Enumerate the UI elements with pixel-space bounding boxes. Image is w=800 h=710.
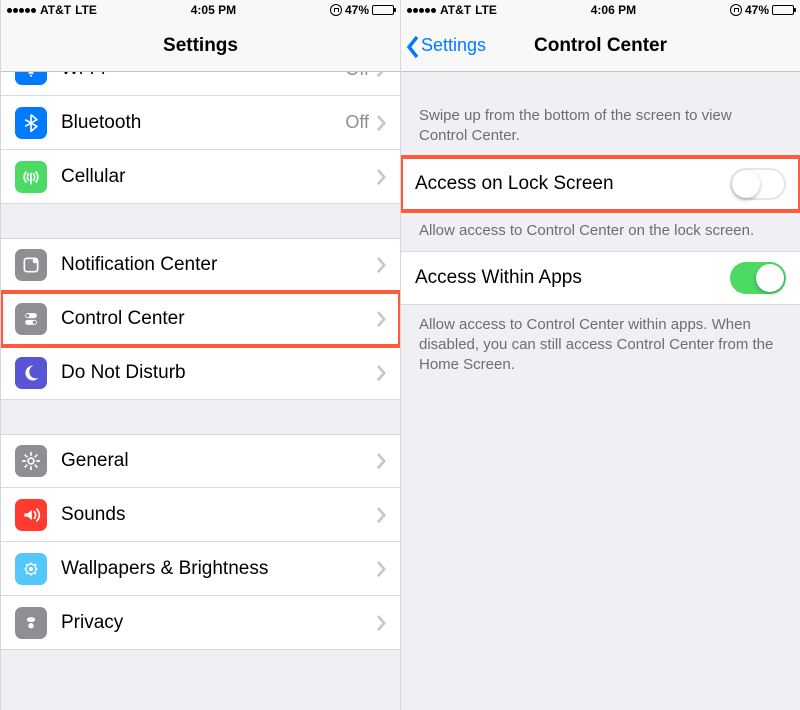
row-sounds[interactable]: Sounds	[1, 488, 400, 542]
control-center-icon	[15, 303, 47, 335]
chevron-right-icon	[377, 507, 386, 523]
row-label: General	[61, 450, 377, 472]
row-label: Privacy	[61, 612, 377, 634]
status-left: AT&T LTE	[7, 3, 97, 17]
battery-percent: 47%	[745, 3, 769, 17]
bluetooth-icon	[15, 107, 47, 139]
nav-title: Control Center	[401, 35, 800, 57]
wifi-icon	[15, 72, 47, 85]
status-right: 47%	[730, 3, 794, 17]
status-time: 4:06 PM	[497, 3, 730, 17]
row-general[interactable]: General	[1, 434, 400, 488]
nav-bar: Settings Control Center	[401, 20, 800, 72]
privacy-icon	[15, 607, 47, 639]
row-cellular[interactable]: Cellular	[1, 150, 400, 204]
status-bar: AT&T LTE 4:06 PM 47%	[401, 0, 800, 20]
chevron-right-icon	[377, 453, 386, 469]
gear-icon	[15, 445, 47, 477]
chevron-right-icon	[377, 257, 386, 273]
row-access-lock-screen[interactable]: Access on Lock Screen	[401, 157, 800, 211]
row-label: Bluetooth	[61, 112, 345, 134]
toggle-access-lock-screen[interactable]	[730, 168, 786, 200]
chevron-right-icon	[377, 615, 386, 631]
section-hint: Swipe up from the bottom of the screen t…	[401, 72, 800, 157]
chevron-right-icon	[377, 561, 386, 577]
row-label: Notification Center	[61, 254, 377, 276]
row-label: Wallpapers & Brightness	[61, 558, 377, 580]
control-center-pane: AT&T LTE 4:06 PM 47% Settings Control Ce…	[400, 0, 800, 710]
row-label: Control Center	[61, 308, 377, 330]
nav-bar: Settings	[1, 20, 400, 72]
toggle-access-within-apps[interactable]	[730, 262, 786, 294]
wallpaper-icon	[15, 553, 47, 585]
row-wallpapers-brightness[interactable]: Wallpapers & Brightness	[1, 542, 400, 596]
section-description: Allow access to Control Center on the lo…	[401, 211, 800, 251]
sounds-icon	[15, 499, 47, 531]
row-label: Access on Lock Screen	[415, 173, 730, 195]
status-time: 4:05 PM	[97, 3, 330, 17]
battery-percent: 47%	[345, 3, 369, 17]
row-do-not-disturb[interactable]: Do Not Disturb	[1, 346, 400, 400]
signal-icon	[407, 8, 436, 13]
control-center-content[interactable]: Swipe up from the bottom of the screen t…	[401, 72, 800, 710]
row-label: Sounds	[61, 504, 377, 526]
row-access-within-apps[interactable]: Access Within Apps	[401, 251, 800, 305]
nav-title: Settings	[1, 35, 400, 57]
status-right: 47%	[330, 3, 394, 17]
chevron-right-icon	[377, 311, 386, 327]
settings-list[interactable]: Wi-Fi Off Bluetooth Off Cellular	[1, 72, 400, 710]
row-bluetooth[interactable]: Bluetooth Off	[1, 96, 400, 150]
section-description: Allow access to Control Center within ap…	[401, 305, 800, 386]
row-label: Do Not Disturb	[61, 362, 377, 384]
status-bar: AT&T LTE 4:05 PM 47%	[1, 0, 400, 20]
row-label: Wi-Fi	[61, 72, 345, 80]
carrier-label: AT&T	[40, 3, 71, 17]
row-notification-center[interactable]: Notification Center	[1, 238, 400, 292]
chevron-right-icon	[377, 72, 386, 77]
network-label: LTE	[75, 3, 97, 17]
row-privacy[interactable]: Privacy	[1, 596, 400, 650]
network-label: LTE	[475, 3, 497, 17]
row-value: Off	[345, 112, 369, 133]
cellular-icon	[15, 161, 47, 193]
battery-icon	[372, 5, 394, 15]
chevron-right-icon	[377, 115, 386, 131]
row-label: Cellular	[61, 166, 377, 188]
chevron-right-icon	[377, 365, 386, 381]
signal-icon	[7, 8, 36, 13]
moon-icon	[15, 357, 47, 389]
status-left: AT&T LTE	[407, 3, 497, 17]
settings-pane: AT&T LTE 4:05 PM 47% Settings Wi-Fi Off	[0, 0, 400, 710]
battery-icon	[772, 5, 794, 15]
chevron-right-icon	[377, 169, 386, 185]
rotation-lock-icon	[730, 4, 742, 16]
carrier-label: AT&T	[440, 3, 471, 17]
row-label: Access Within Apps	[415, 267, 730, 289]
notification-center-icon	[15, 249, 47, 281]
row-control-center[interactable]: Control Center	[1, 292, 400, 346]
row-wifi[interactable]: Wi-Fi Off	[1, 72, 400, 96]
row-value: Off	[345, 72, 369, 80]
rotation-lock-icon	[330, 4, 342, 16]
